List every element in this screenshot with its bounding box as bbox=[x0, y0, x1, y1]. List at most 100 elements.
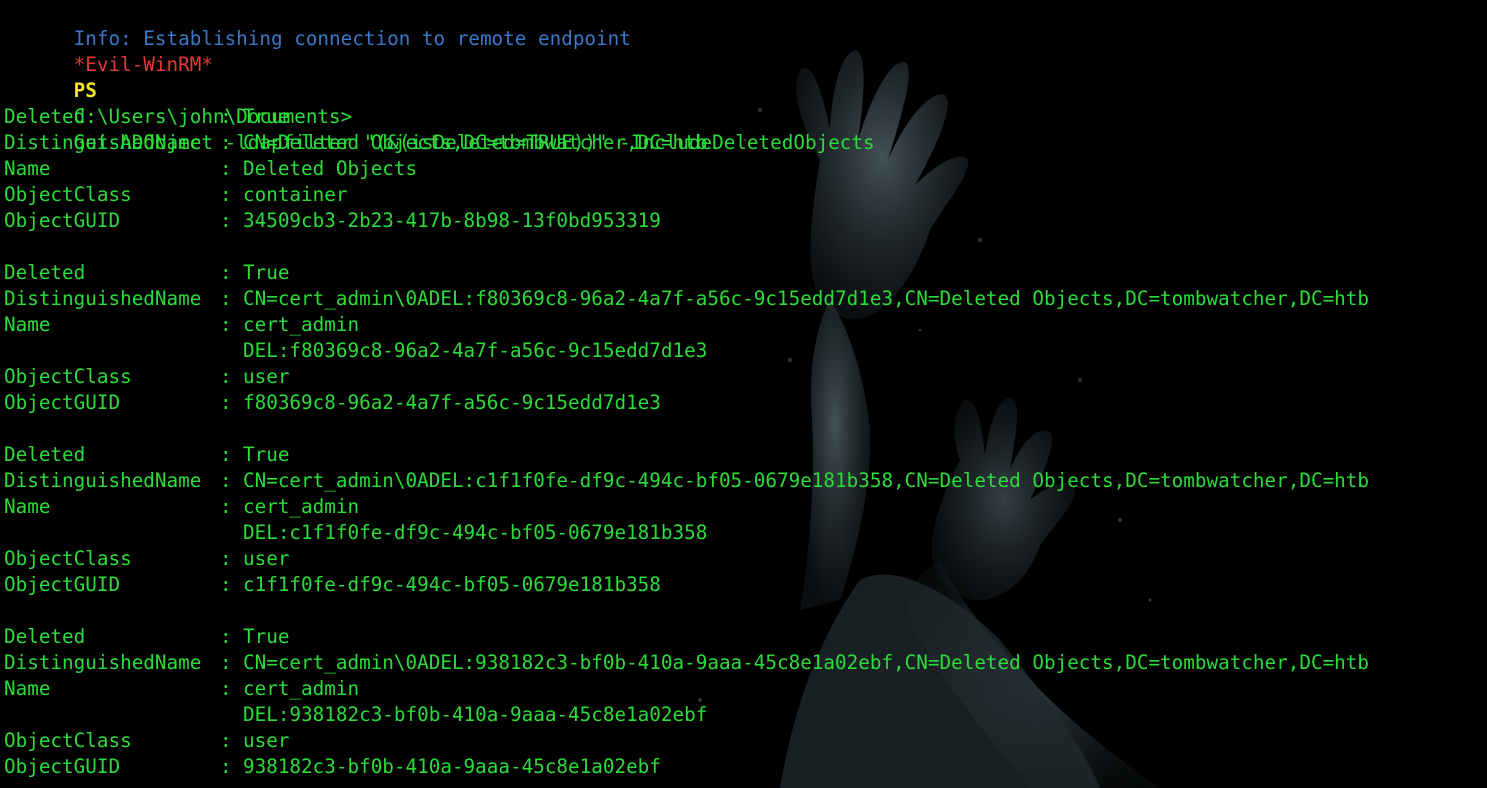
field-value: user bbox=[243, 729, 290, 752]
field-separator: : bbox=[220, 625, 232, 648]
record-name-row: Name: cert_admin bbox=[4, 312, 1369, 338]
record-name-row: Name: cert_admin bbox=[4, 676, 1369, 702]
field-value: user bbox=[243, 365, 290, 388]
field-separator: : bbox=[220, 651, 232, 674]
field-label: Deleted bbox=[4, 105, 86, 128]
field-label: ObjectClass bbox=[4, 729, 132, 752]
field-value: Deleted Objects bbox=[243, 157, 418, 180]
field-separator: : bbox=[220, 183, 232, 206]
record-class-row: ObjectClass: container bbox=[4, 182, 1369, 208]
record-class-row: ObjectClass: user bbox=[4, 728, 1369, 754]
record-name-continuation: DEL:f80369c8-96a2-4a7f-a56c-9c15edd7d1e3 bbox=[4, 338, 1369, 364]
field-label: ObjectGUID bbox=[4, 209, 121, 232]
field-separator: : bbox=[220, 157, 232, 180]
field-value: f80369c8-96a2-4a7f-a56c-9c15edd7d1e3 bbox=[243, 391, 661, 414]
field-value: CN=cert_admin\0ADEL:c1f1f0fe-df9c-494c-b… bbox=[243, 469, 1370, 492]
field-value: CN=cert_admin\0ADEL:f80369c8-96a2-4a7f-a… bbox=[243, 287, 1370, 310]
record-dn-row: DistinguishedName: CN=cert_admin\0ADEL:f8… bbox=[4, 286, 1369, 312]
field-value: user bbox=[243, 547, 290, 570]
record-dn-row: DistinguishedName: CN=Deleted Objects,DC=… bbox=[4, 130, 1369, 156]
field-label: ObjectClass bbox=[4, 547, 132, 570]
field-value: cert_admin bbox=[243, 495, 360, 518]
field-value: 938182c3-bf0b-410a-9aaa-45c8e1a02ebf bbox=[243, 755, 661, 778]
field-separator: : bbox=[220, 105, 232, 128]
field-value: CN=Deleted Objects,DC=tombwatcher,DC=htb bbox=[243, 131, 708, 154]
record-guid-row: ObjectGUID:938182c3-bf0b-410a-9aaa-45c8e… bbox=[4, 754, 1369, 780]
field-separator: : bbox=[220, 729, 232, 752]
field-value: DEL:f80369c8-96a2-4a7f-a56c-9c15edd7d1e3 bbox=[243, 339, 708, 362]
field-label: ObjectGUID bbox=[4, 391, 121, 414]
field-label: Deleted bbox=[4, 625, 86, 648]
record-deleted-row: Deleted: True bbox=[4, 104, 1369, 130]
field-separator: : bbox=[220, 469, 232, 492]
field-value: cert_admin bbox=[243, 677, 360, 700]
field-separator: : bbox=[220, 677, 232, 700]
field-label: Deleted bbox=[4, 443, 86, 466]
field-label: DistinguishedName bbox=[4, 287, 202, 310]
field-separator: : bbox=[220, 287, 232, 310]
field-value: container bbox=[243, 183, 348, 206]
field-label: Deleted bbox=[4, 261, 86, 284]
record-deleted-row: Deleted: True bbox=[4, 260, 1369, 286]
field-label: DistinguishedName bbox=[4, 469, 202, 492]
field-value: DEL:c1f1f0fe-df9c-494c-bf05-0679e181b358 bbox=[243, 521, 708, 544]
field-value: True bbox=[243, 105, 290, 128]
record-guid-row: ObjectGUID: f80369c8-96a2-4a7f-a56c-9c15e… bbox=[4, 390, 1369, 416]
field-separator: : bbox=[220, 755, 232, 778]
record-name-row: Name: cert_admin bbox=[4, 494, 1369, 520]
field-value: DEL:938182c3-bf0b-410a-9aaa-45c8e1a02ebf bbox=[243, 703, 708, 726]
terminal-output[interactable]: Info: Establishing connection to remote … bbox=[4, 0, 1369, 780]
record-class-row: ObjectClass: user bbox=[4, 546, 1369, 572]
field-separator: : bbox=[220, 495, 232, 518]
ad-object-record: Deleted: True DistinguishedName: CN=cert_a… bbox=[4, 442, 1369, 624]
field-separator: : bbox=[220, 365, 232, 388]
field-label: DistinguishedName bbox=[4, 131, 202, 154]
shell-tag: *Evil-WinRM* bbox=[73, 53, 213, 76]
record-dn-row: DistinguishedName: CN=cert_admin\0ADEL:93… bbox=[4, 650, 1369, 676]
ad-object-record: Deleted: True DistinguishedName: CN=Delete… bbox=[4, 104, 1369, 260]
record-guid-row: ObjectGUID:34509cb3-2b23-417b-8b98-13f0b… bbox=[4, 208, 1369, 234]
terminal-window[interactable]: Info: Establishing connection to remote … bbox=[0, 0, 1487, 788]
info-message: Info: Establishing connection to remote … bbox=[73, 27, 631, 50]
ps-prompt: PS bbox=[73, 79, 97, 102]
field-label: Name bbox=[4, 157, 51, 180]
field-separator: : bbox=[220, 313, 232, 336]
field-separator: : bbox=[220, 547, 232, 570]
field-separator: : bbox=[220, 443, 232, 466]
field-label: Name bbox=[4, 495, 51, 518]
field-label: DistinguishedName bbox=[4, 651, 202, 674]
field-separator: : bbox=[220, 261, 232, 284]
ad-object-record: Deleted: True DistinguishedName: CN=cert_a… bbox=[4, 624, 1369, 780]
field-separator: : bbox=[220, 573, 232, 596]
field-label: ObjectClass bbox=[4, 365, 132, 388]
field-separator: : bbox=[220, 209, 232, 232]
field-value: 34509cb3-2b23-417b-8b98-13f0bd953319 bbox=[243, 209, 661, 232]
field-value: cert_admin bbox=[243, 313, 360, 336]
field-value: True bbox=[243, 443, 290, 466]
field-value: True bbox=[243, 625, 290, 648]
field-label: ObjectGUID bbox=[4, 573, 121, 596]
ad-object-record: Deleted: True DistinguishedName: CN=cert_a… bbox=[4, 260, 1369, 442]
record-deleted-row: Deleted: True bbox=[4, 624, 1369, 650]
field-label: Name bbox=[4, 677, 51, 700]
field-label: ObjectClass bbox=[4, 183, 132, 206]
field-separator: : bbox=[220, 391, 232, 414]
record-name-continuation: DEL:938182c3-bf0b-410a-9aaa-45c8e1a02ebf bbox=[4, 702, 1369, 728]
field-value: CN=cert_admin\0ADEL:938182c3-bf0b-410a-9… bbox=[243, 651, 1370, 674]
info-line: Info: Establishing connection to remote … bbox=[4, 0, 1369, 50]
record-name-row: Name: Deleted Objects bbox=[4, 156, 1369, 182]
field-value: True bbox=[243, 261, 290, 284]
record-class-row: ObjectClass: user bbox=[4, 364, 1369, 390]
field-label: Name bbox=[4, 313, 51, 336]
field-label: ObjectGUID bbox=[4, 755, 121, 778]
record-dn-row: DistinguishedName: CN=cert_admin\0ADEL:c1… bbox=[4, 468, 1369, 494]
field-value: c1f1f0fe-df9c-494c-bf05-0679e181b358 bbox=[243, 573, 661, 596]
record-guid-row: ObjectGUID: c1f1f0fe-df9c-494c-bf05-0679e… bbox=[4, 572, 1369, 598]
record-name-continuation: DEL:c1f1f0fe-df9c-494c-bf05-0679e181b358 bbox=[4, 520, 1369, 546]
field-separator: : bbox=[220, 131, 232, 154]
record-deleted-row: Deleted: True bbox=[4, 442, 1369, 468]
